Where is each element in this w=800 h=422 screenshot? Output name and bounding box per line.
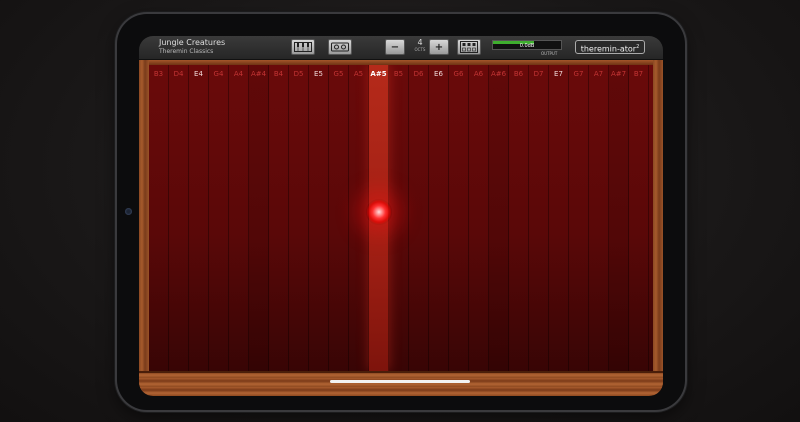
wood-frame-right xyxy=(653,60,663,396)
tape-icon xyxy=(331,42,349,52)
key-column[interactable]: B4 xyxy=(269,65,289,371)
key-label: E4 xyxy=(194,70,203,78)
key-column[interactable]: E4 xyxy=(189,65,209,371)
key-label: A7 xyxy=(593,70,604,78)
key-column[interactable]: A6 xyxy=(469,65,489,371)
key-column[interactable]: E6 xyxy=(429,65,449,371)
home-indicator[interactable] xyxy=(330,380,470,383)
key-column[interactable]: E5 xyxy=(309,65,329,371)
key-column[interactable]: G6 xyxy=(449,65,469,371)
key-label: B3 xyxy=(153,70,164,78)
tablet-device: Jungle Creatures Theremin Classics − 4 O… xyxy=(117,14,685,410)
key-label: D5 xyxy=(293,70,304,78)
scale-button[interactable] xyxy=(457,39,481,55)
key-label: G5 xyxy=(333,70,344,78)
preset-selector[interactable]: Jungle Creatures Theremin Classics xyxy=(159,38,225,56)
key-label: A#5 xyxy=(370,70,387,78)
key-column[interactable]: B5 xyxy=(389,65,409,371)
app-logo: theremin-ator2 xyxy=(575,40,645,54)
key-label: A#7 xyxy=(610,70,627,78)
output-value: 0.0dB xyxy=(519,43,535,49)
octave-readout: 4 OCTS xyxy=(413,38,427,53)
preset-category: Theremin Classics xyxy=(159,48,214,55)
app-screen: Jungle Creatures Theremin Classics − 4 O… xyxy=(139,36,663,396)
logo-text: theremin-ator xyxy=(580,44,637,54)
key-column[interactable]: A5 xyxy=(349,65,369,371)
scale-grid-icon xyxy=(460,41,478,53)
preset-name: Jungle Creatures xyxy=(159,38,226,47)
key-column[interactable]: G5 xyxy=(329,65,349,371)
key-label: D7 xyxy=(533,70,544,78)
theremin-play-area[interactable]: B3 D4 E4 G4 A4 A#4 B4 D5 E5 G5 A5 A#5 B5 D6 E6 G6 A6 A#6 B… xyxy=(149,65,653,371)
tape-button[interactable] xyxy=(328,39,352,55)
key-label: E5 xyxy=(314,70,323,78)
key-column[interactable]: B7 xyxy=(629,65,649,371)
key-column[interactable]: A#6 xyxy=(489,65,509,371)
key-column[interactable]: B6 xyxy=(509,65,529,371)
wood-frame-bottom xyxy=(139,371,663,396)
keyboard-icon xyxy=(294,42,312,52)
key-label: G6 xyxy=(453,70,464,78)
keyboard-button[interactable] xyxy=(291,39,315,55)
key-column[interactable]: A7 xyxy=(589,65,609,371)
key-column[interactable]: B3 xyxy=(149,65,169,371)
logo-superscript: 2 xyxy=(636,44,640,50)
top-control-bar: Jungle Creatures Theremin Classics − 4 O… xyxy=(139,36,663,60)
octave-up-button[interactable]: + xyxy=(429,39,449,55)
key-label: B4 xyxy=(273,70,284,78)
key-column[interactable]: G4 xyxy=(209,65,229,371)
key-column[interactable]: D7 xyxy=(529,65,549,371)
key-label: A#6 xyxy=(490,70,507,78)
octave-down-button[interactable]: − xyxy=(385,39,405,55)
key-column[interactable]: D6 xyxy=(409,65,429,371)
key-label: B5 xyxy=(393,70,404,78)
key-label: E6 xyxy=(434,70,443,78)
key-label: A5 xyxy=(353,70,364,78)
key-label: B7 xyxy=(633,70,644,78)
key-column[interactable]: G7 xyxy=(569,65,589,371)
key-column[interactable]: A#7 xyxy=(609,65,629,371)
wood-frame-left xyxy=(139,60,149,396)
key-column[interactable]: A#4 xyxy=(249,65,269,371)
key-column[interactable]: E7 xyxy=(549,65,569,371)
key-column[interactable]: D5 xyxy=(289,65,309,371)
key-column[interactable]: A4 xyxy=(229,65,249,371)
key-label: A#4 xyxy=(250,70,267,78)
key-label: A6 xyxy=(473,70,484,78)
octave-label: OCTS xyxy=(414,47,426,52)
key-label: G4 xyxy=(213,70,224,78)
key-label: D6 xyxy=(413,70,424,78)
key-label: D4 xyxy=(173,70,184,78)
octave-value: 4 xyxy=(417,38,423,47)
key-label: E7 xyxy=(554,70,563,78)
key-column[interactable]: D4 xyxy=(169,65,189,371)
output-label: OUTPUT xyxy=(541,51,558,56)
key-label: A4 xyxy=(233,70,244,78)
key-label: G7 xyxy=(573,70,584,78)
key-label: B6 xyxy=(513,70,524,78)
output-level-meter[interactable]: 0.0dB xyxy=(492,40,562,50)
front-camera xyxy=(125,208,132,215)
